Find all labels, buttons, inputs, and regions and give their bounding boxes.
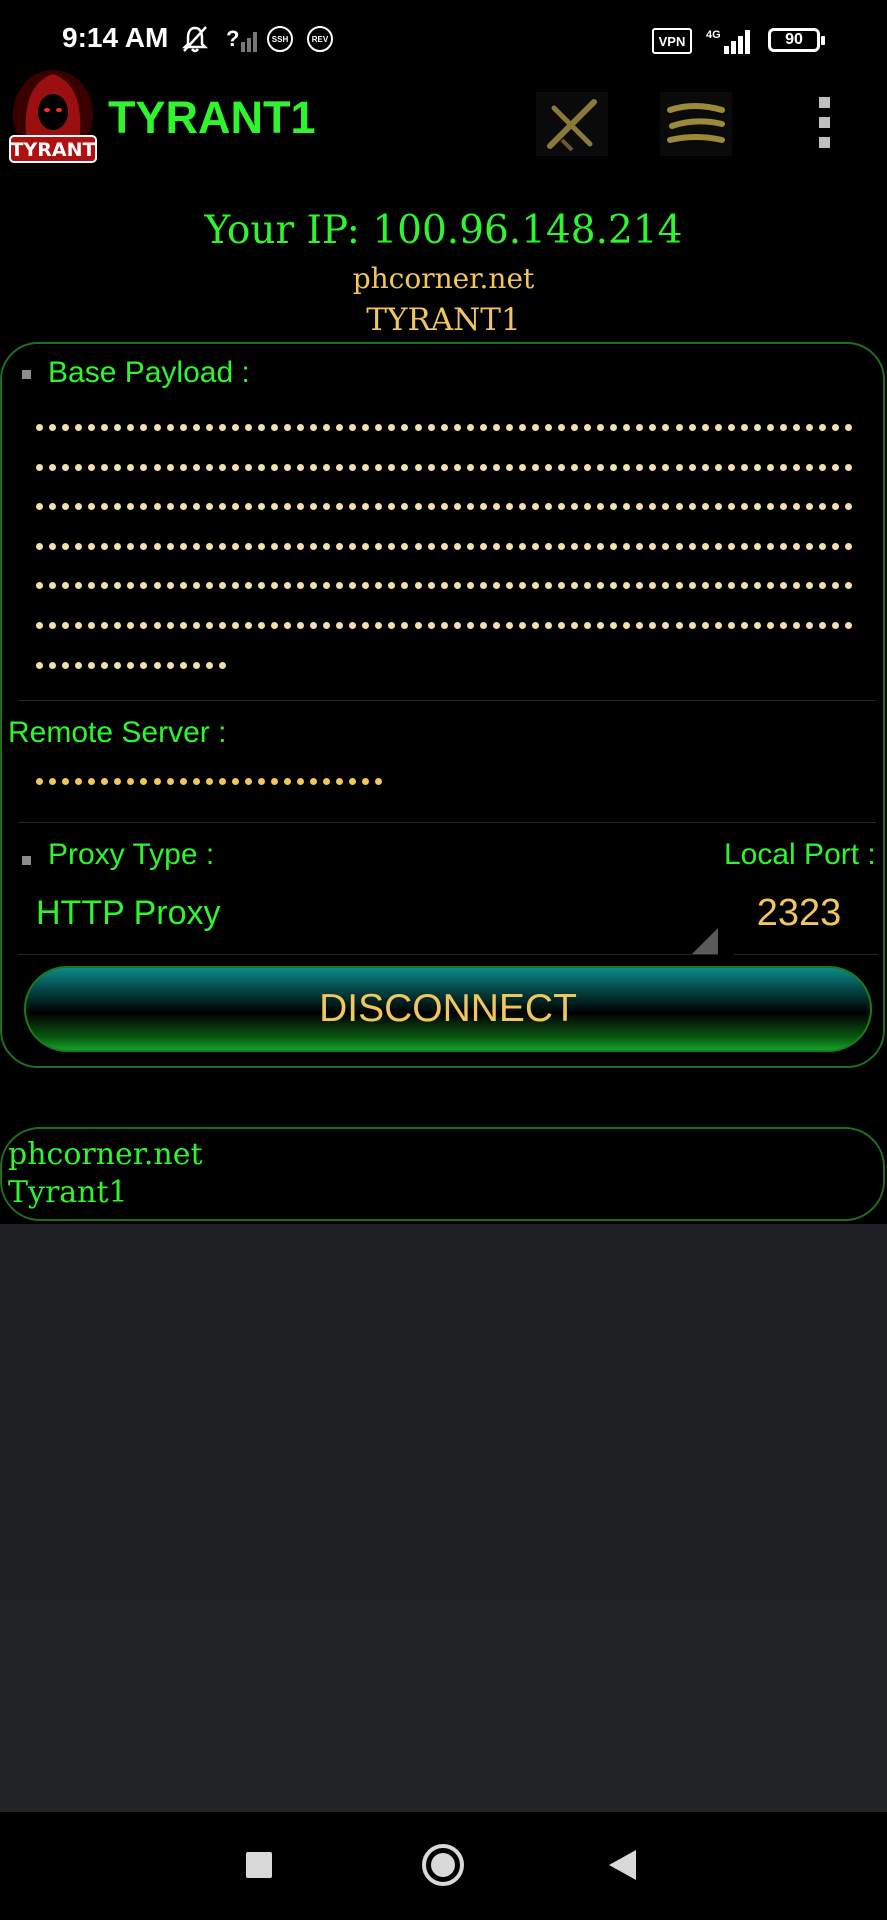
battery-icon: 90 — [768, 28, 825, 52]
menu-dot — [818, 116, 830, 128]
local-port-input[interactable]: 2323 — [734, 874, 878, 955]
vpn-icon: VPN — [652, 28, 692, 54]
masked-text-line — [36, 542, 859, 551]
menu-dot — [818, 96, 830, 108]
transfer-button[interactable] — [660, 92, 732, 156]
proxy-type-value: HTTP Proxy — [36, 894, 221, 932]
server-name-text: TYRANT1 — [366, 302, 521, 338]
app-title: TYRANT1 — [108, 92, 316, 143]
app-bar: TYRANT TYRANT1 — [0, 62, 887, 178]
home-button[interactable] — [422, 1844, 464, 1886]
no-sim-signal-icon: ? — [226, 24, 261, 54]
masked-text-line — [36, 503, 859, 511]
payload-input[interactable] — [18, 410, 876, 701]
rev-status-icon: REV — [307, 26, 333, 52]
masked-text-line — [36, 661, 232, 670]
back-button[interactable] — [609, 1850, 636, 1880]
disconnect-button[interactable]: DISCONNECT — [24, 966, 872, 1052]
masked-text-line — [36, 463, 859, 472]
tyrant-logo: TYRANT — [6, 66, 100, 170]
site-text: phcorner.net — [352, 262, 535, 295]
config-card: Base Payload : Remote Server : Proxy Typ… — [0, 342, 885, 1068]
ip-address-text: Your IP: 100.96.148.214 — [204, 208, 683, 253]
masked-text-line — [36, 582, 859, 590]
local-port-value: 2323 — [756, 892, 842, 934]
log-line: phcorner.net — [8, 1137, 203, 1172]
menu-dot — [818, 136, 830, 148]
muted-bell-icon — [180, 24, 210, 54]
proxy-type-label: Proxy Type : — [48, 838, 215, 871]
masked-text-line — [36, 778, 389, 786]
remote-server-input[interactable] — [18, 752, 876, 823]
overflow-menu-button[interactable] — [806, 92, 842, 152]
payload-label: Base Payload : — [48, 356, 250, 389]
masked-text-line — [36, 424, 859, 432]
home-icon — [431, 1853, 455, 1877]
payload-checkbox[interactable] — [22, 370, 31, 379]
signal-strength-icon — [722, 26, 756, 56]
remote-server-label: Remote Server : — [8, 716, 227, 749]
empty-area — [0, 1224, 887, 1812]
logo-text: TYRANT — [11, 139, 96, 161]
proxy-type-select[interactable]: HTTP Proxy — [18, 874, 718, 955]
recents-button[interactable] — [246, 1852, 272, 1878]
local-port-label: Local Port : — [724, 838, 876, 871]
transfer-arrows-icon — [667, 103, 725, 143]
dropdown-arrow-icon — [692, 928, 718, 954]
status-time: 9:14 AM — [62, 22, 169, 53]
swords-button[interactable] — [536, 92, 608, 156]
proxy-type-checkbox[interactable] — [22, 856, 31, 865]
log-line: Tyrant1 — [8, 1175, 128, 1210]
log-panel: phcorner.net Tyrant1 — [0, 1127, 885, 1221]
masked-text-line — [36, 622, 859, 630]
ssh-status-icon: SSH — [267, 26, 293, 52]
crossed-swords-icon — [547, 99, 597, 152]
navigation-bar — [0, 1812, 887, 1920]
